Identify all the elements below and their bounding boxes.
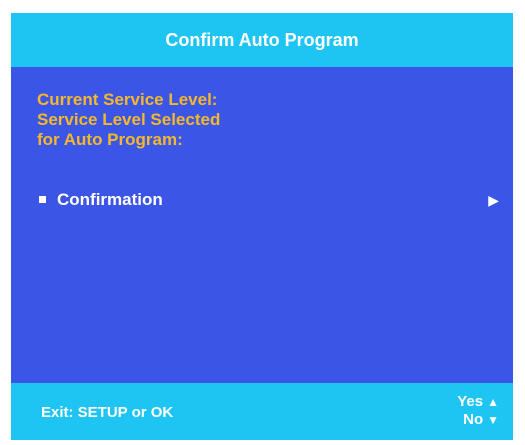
triangle-right-icon: ▶: [488, 192, 499, 208]
exit-hint: Exit: SETUP or OK: [41, 404, 174, 421]
no-option[interactable]: No ▼: [457, 411, 499, 429]
yes-label: Yes: [457, 393, 484, 410]
yes-no-hint: Yes ▲ No ▼: [457, 393, 499, 429]
for-auto-program-label: for Auto Program:: [37, 130, 183, 149]
menu-item-label: Confirmation: [57, 190, 163, 209]
selected-service-level-label: Service Level Selected: [37, 110, 221, 129]
triangle-up-icon: ▲: [487, 395, 499, 409]
current-service-level-label: Current Service Level:: [37, 90, 218, 109]
square-bullet-icon: [39, 196, 46, 203]
yes-option[interactable]: Yes ▲: [457, 393, 499, 411]
header-bar: Confirm Auto Program: [11, 13, 513, 67]
service-level-info: Current Service Level: Service Level Sel…: [37, 90, 220, 150]
osd-screen: Confirm Auto Program Current Service Lev…: [11, 13, 513, 440]
page-title: Confirm Auto Program: [165, 30, 359, 50]
menu-item-confirmation[interactable]: Confirmation ▶: [37, 186, 499, 214]
footer-bar: Exit: SETUP or OK Yes ▲ No ▼: [11, 383, 513, 440]
no-label: No: [463, 411, 484, 428]
triangle-down-icon: ▼: [487, 413, 499, 427]
